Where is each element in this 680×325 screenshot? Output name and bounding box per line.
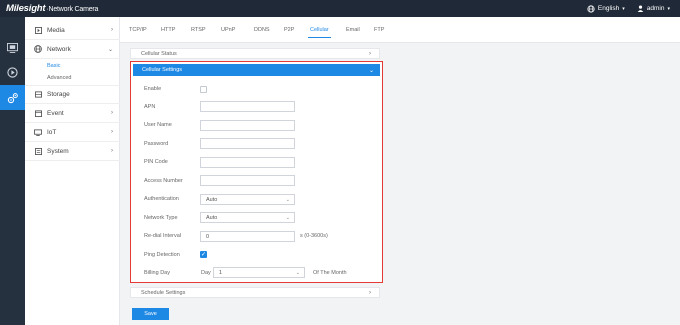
sidebar-subitem-advanced[interactable]: Advanced: [47, 75, 71, 81]
system-icon: [34, 147, 42, 155]
language-label: English: [597, 5, 620, 12]
pin-code-label: PIN Code: [144, 159, 168, 165]
password-label: Password: [144, 141, 169, 147]
brand-name: Milesight: [6, 3, 46, 14]
logo: Milesight ·Network Camera: [6, 3, 98, 14]
billing-day-value: 1: [219, 269, 223, 276]
apn-label: APN: [144, 104, 156, 110]
cellular-settings-panel: Cellular Settings ⌄: [130, 61, 383, 283]
sidebar-item-label: System: [47, 147, 69, 155]
billing-day-select[interactable]: 1 ⌄: [213, 267, 305, 278]
access-number-input[interactable]: [200, 175, 295, 186]
chevron-right-icon: ›: [111, 148, 113, 154]
globe-icon: [587, 4, 595, 13]
network-type-value: Auto: [206, 214, 218, 221]
save-button[interactable]: Save: [132, 308, 169, 320]
iot-icon: [34, 128, 42, 136]
network-tabs: TCP/IP HTTP RTSP UPnP DDNS P2P Cellular …: [120, 17, 680, 43]
billing-day-label: Billing Day: [144, 270, 170, 276]
sidebar-item-label: IoT: [47, 128, 57, 136]
authentication-label: Authentication: [144, 196, 179, 202]
tab-cellular[interactable]: Cellular: [308, 27, 331, 38]
password-input[interactable]: [200, 138, 295, 149]
rail-settings[interactable]: [0, 85, 25, 110]
chevron-down-icon: ⌄: [295, 269, 300, 276]
rail-live-view[interactable]: [0, 35, 25, 60]
product-name: ·Network Camera: [46, 6, 99, 13]
cellular-status-row[interactable]: Cellular Status ›: [130, 48, 380, 59]
sidebar-item-media[interactable]: Media ›: [25, 21, 120, 40]
sidebar-item-label: Event: [47, 109, 64, 117]
storage-icon: [34, 91, 42, 99]
event-icon: [34, 109, 42, 117]
apn-input[interactable]: [200, 101, 295, 112]
chevron-right-icon: ›: [111, 110, 113, 116]
chevron-down-icon: ⌄: [285, 214, 290, 221]
schedule-settings-label: Schedule Settings: [141, 289, 186, 296]
sidebar-item-label: Network: [47, 45, 71, 53]
chevron-down-icon: ▾: [622, 5, 625, 12]
tab-ddns[interactable]: DDNS: [254, 27, 270, 33]
tab-email[interactable]: Email: [346, 27, 360, 33]
tab-p2p[interactable]: P2P: [284, 27, 294, 33]
chevron-right-icon: ›: [369, 289, 371, 296]
authentication-select[interactable]: Auto ⌄: [200, 194, 295, 205]
media-icon: [34, 26, 42, 34]
cellular-settings-title: Cellular Settings: [142, 67, 183, 73]
sidebar-item-label: Media: [47, 26, 65, 34]
sidebar-item-event[interactable]: Event ›: [25, 104, 120, 123]
user-label: admin: [646, 5, 665, 12]
chevron-down-icon: ▾: [667, 5, 670, 12]
network-type-label: Network Type: [144, 215, 178, 221]
schedule-settings-row[interactable]: Schedule Settings ›: [130, 287, 380, 298]
cellular-status-label: Cellular Status: [141, 50, 177, 57]
enable-checkbox[interactable]: [200, 86, 207, 93]
username-input[interactable]: [200, 120, 295, 131]
tab-http[interactable]: HTTP: [161, 27, 175, 33]
redial-interval-label: Re-dial Interval: [144, 233, 181, 239]
network-type-select[interactable]: Auto ⌄: [200, 212, 295, 223]
redial-interval-unit: s (0-3600s): [300, 233, 328, 239]
chevron-right-icon: ›: [111, 129, 113, 135]
access-number-label: Access Number: [144, 178, 183, 184]
chevron-down-icon: ⌄: [285, 196, 290, 203]
cellular-settings-header[interactable]: Cellular Settings ⌄: [133, 64, 380, 76]
chevron-right-icon: ›: [111, 27, 113, 33]
sidebar-item-system[interactable]: System ›: [25, 142, 120, 161]
user-menu[interactable]: admin ▾: [637, 5, 670, 12]
billing-day-prefix: Day: [201, 270, 211, 276]
chevron-down-icon: ⌄: [368, 67, 374, 74]
sidebar-item-storage[interactable]: Storage: [25, 85, 120, 104]
top-bar: Milesight ·Network Camera English ▾ admi…: [0, 0, 680, 17]
sidebar-subitem-basic[interactable]: Basic: [47, 63, 60, 69]
language-selector[interactable]: English ▾: [587, 4, 625, 13]
monitor-icon: [7, 42, 18, 53]
settings-icon: [7, 92, 18, 103]
tab-upnp[interactable]: UPnP: [221, 27, 235, 33]
chevron-down-icon: ⌄: [107, 46, 113, 53]
icon-rail: [0, 17, 25, 325]
ping-detection-checkbox[interactable]: ✓: [200, 251, 207, 258]
settings-sidebar: Media › Network ⌄ Basic Advanced Storage…: [25, 17, 120, 325]
enable-label: Enable: [144, 86, 162, 92]
tab-ftp[interactable]: FTP: [374, 27, 384, 33]
tab-rtsp[interactable]: RTSP: [191, 27, 206, 33]
chevron-right-icon: ›: [369, 50, 371, 57]
rail-playback[interactable]: [0, 60, 25, 85]
sidebar-item-network[interactable]: Network ⌄: [25, 40, 120, 59]
tab-tcpip[interactable]: TCP/IP: [129, 27, 147, 33]
pin-code-input[interactable]: [200, 157, 295, 168]
redial-interval-input[interactable]: 0: [200, 231, 295, 242]
sidebar-item-label: Storage: [47, 91, 70, 98]
authentication-value: Auto: [206, 196, 218, 203]
username-label: User Name: [144, 122, 172, 128]
user-icon: [637, 5, 644, 12]
billing-day-suffix: Of The Month: [313, 270, 347, 276]
ping-detection-label: Ping Detection: [144, 252, 180, 258]
network-icon: [34, 45, 42, 53]
sidebar-item-iot[interactable]: IoT ›: [25, 123, 120, 142]
playback-icon: [7, 67, 18, 78]
